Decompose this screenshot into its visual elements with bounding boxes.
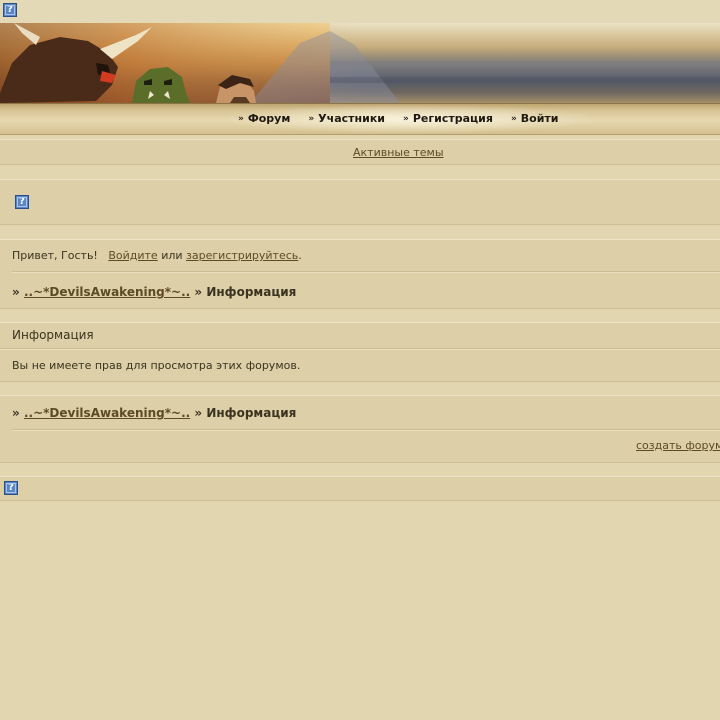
login-link[interactable]: Войдите bbox=[108, 249, 157, 262]
nav-item-register[interactable]: » Регистрация bbox=[403, 112, 493, 125]
nav-item-label: Войти bbox=[520, 112, 559, 125]
nav-arrow-icon: » bbox=[308, 113, 315, 124]
nav-arrow-icon: » bbox=[510, 113, 517, 124]
nav-list: » Форум » Участники » Регистрация » Войт… bbox=[238, 112, 577, 125]
top-strip: ? bbox=[0, 0, 720, 23]
breadcrumb-separator: » bbox=[194, 285, 203, 299]
breadcrumb-prefix: » bbox=[12, 406, 20, 420]
breadcrumb-current: Информация bbox=[206, 285, 297, 299]
help-question-icon[interactable]: ? bbox=[15, 195, 29, 209]
breadcrumb-forum-link[interactable]: ..~*DevilsAwakening*~.. bbox=[24, 285, 190, 299]
active-topics-bar: Активные темы bbox=[0, 139, 720, 165]
breadcrumb-forum-link[interactable]: ..~*DevilsAwakening*~.. bbox=[24, 406, 190, 420]
nav-item-members[interactable]: » Участники bbox=[308, 112, 385, 125]
create-forum-link[interactable]: создать форум bbox=[636, 439, 720, 452]
info-panel: Информация Вы не имеете прав для просмот… bbox=[0, 322, 720, 382]
nav-item-login[interactable]: » Войти bbox=[511, 112, 559, 125]
nav-arrow-icon: » bbox=[238, 113, 244, 124]
breadcrumb: » ..~*DevilsAwakening*~.. » Информация bbox=[12, 285, 296, 299]
breadcrumb-prefix: » bbox=[12, 285, 20, 299]
welcome-line: Привет, Гость! Войдите или зарегистрируй… bbox=[12, 249, 302, 262]
greeting-text: Привет, Гость! bbox=[12, 249, 98, 262]
footer-panel: » ..~*DevilsAwakening*~.. » Информация с… bbox=[0, 395, 720, 463]
main-navigation: » Форум » Участники » Регистрация » Войт… bbox=[0, 103, 720, 135]
forum-banner bbox=[0, 23, 720, 103]
help-question-icon[interactable]: ? bbox=[3, 3, 17, 17]
info-message: Вы не имеете прав для просмотра этих фор… bbox=[12, 359, 301, 372]
divider bbox=[12, 429, 720, 431]
or-text: или bbox=[161, 249, 183, 262]
nav-item-label: Участники bbox=[318, 112, 386, 125]
help-question-icon[interactable]: ? bbox=[4, 481, 18, 495]
register-link[interactable]: зарегистрируйтесь bbox=[186, 249, 298, 262]
divider bbox=[0, 348, 720, 350]
nav-item-forum[interactable]: » Форум bbox=[238, 112, 290, 125]
welcome-panel: Привет, Гость! Войдите или зарегистрируй… bbox=[0, 239, 720, 309]
nav-item-label: Регистрация bbox=[412, 112, 493, 125]
nav-item-label: Форум bbox=[247, 112, 291, 125]
info-title: Информация bbox=[12, 328, 94, 342]
sentence-end: . bbox=[298, 249, 302, 262]
bottom-strip: ? bbox=[0, 476, 720, 501]
nav-arrow-icon: » bbox=[403, 113, 409, 124]
breadcrumb-current: Информация bbox=[206, 406, 297, 420]
banner-artwork bbox=[0, 23, 720, 103]
help-panel: ? bbox=[0, 179, 720, 225]
divider bbox=[12, 271, 720, 273]
breadcrumb-separator: » bbox=[194, 406, 203, 420]
active-topics-link[interactable]: Активные темы bbox=[353, 146, 444, 159]
breadcrumb: » ..~*DevilsAwakening*~.. » Информация bbox=[12, 406, 296, 420]
